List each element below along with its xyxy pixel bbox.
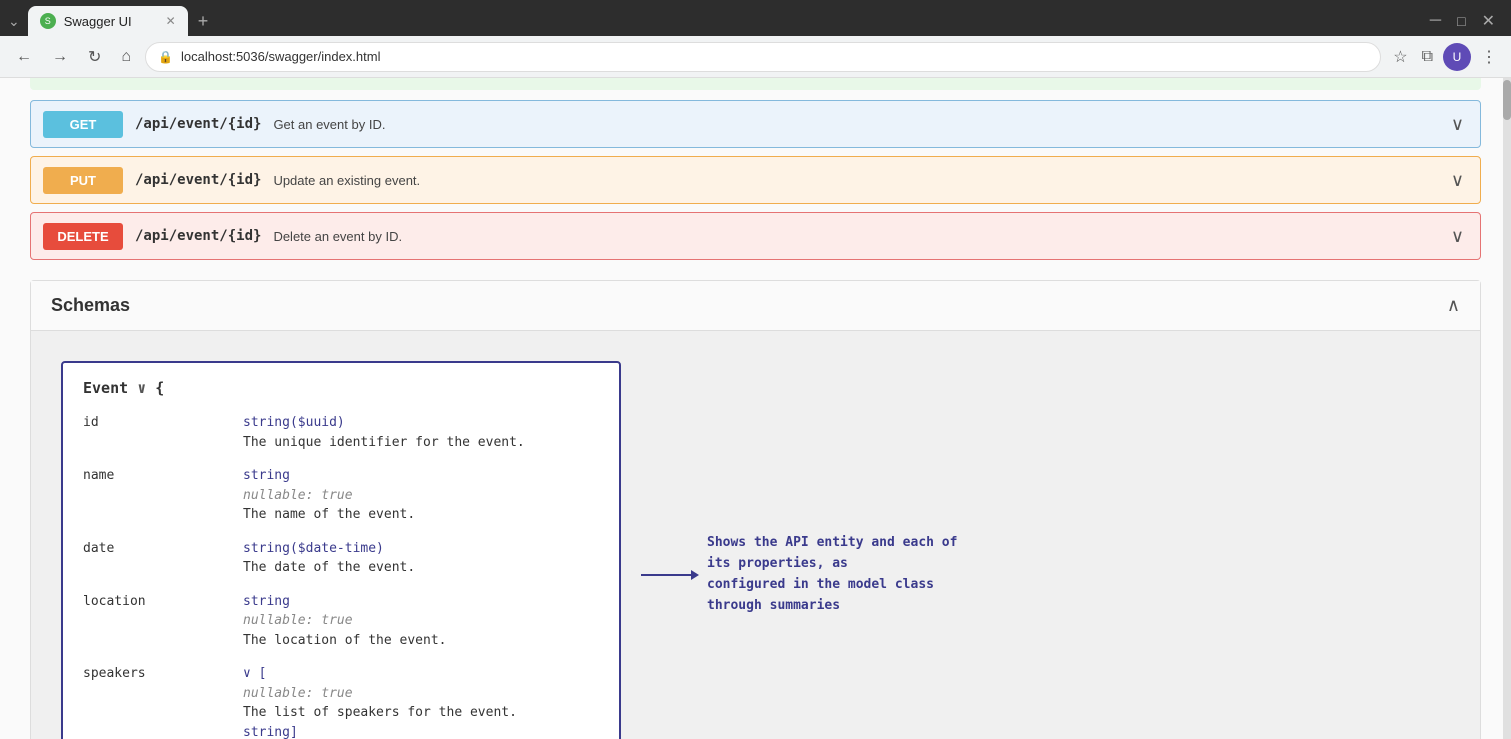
schema-expand-icon[interactable]: ∨ [137,379,155,397]
tab-bar: ⌄ S Swagger UI ✕ + ─ □ ✕ [0,0,1511,36]
field-name: date [83,539,243,578]
schema-card-title: Event ∨ { [83,379,599,397]
field-name: speakers [83,664,243,739]
annotation-area: Shows the API entity and each of its pro… [641,533,967,616]
endpoint-row-delete[interactable]: DELETE /api/event/{id} Delete an event b… [30,212,1481,260]
home-button[interactable]: ⌂ [115,44,137,70]
schema-field-row: location stringnullable: trueThe locatio… [83,592,599,651]
lock-icon: 🔒 [158,50,173,64]
endpoint-row-get[interactable]: GET /api/event/{id} Get an event by ID. … [30,100,1481,148]
endpoint-row-put[interactable]: PUT /api/event/{id} Update an existing e… [30,156,1481,204]
nav-bar: ← → ↻ ⌂ 🔒 localhost:5036/swagger/index.h… [0,36,1511,78]
field-name: name [83,466,243,525]
address-bar[interactable]: 🔒 localhost:5036/swagger/index.html [145,42,1381,72]
arrow-line [641,574,691,576]
endpoint-desc: Update an existing event. [273,173,420,188]
close-button[interactable]: ✕ [1482,11,1495,31]
schema-type: ∨ [nullable: trueThe list of speakers fo… [243,664,517,739]
schema-field-row: name stringnullable: trueThe name of the… [83,466,599,525]
back-button[interactable]: ← [10,44,38,70]
method-badge-get: GET [43,111,123,138]
endpoint-desc: Get an event by ID. [273,117,385,132]
scrollbar-thumb[interactable] [1503,80,1511,120]
arrow-tip [691,570,699,580]
annotation-arrow [641,570,699,580]
endpoints-container: GET /api/event/{id} Get an event by ID. … [30,100,1481,260]
endpoint-chevron: ∨ [1451,226,1464,247]
minimize-button[interactable]: ─ [1430,12,1441,30]
profile-button[interactable]: U [1443,43,1471,71]
method-badge-put: PUT [43,167,123,194]
menu-button[interactable]: ⋮ [1477,43,1501,71]
new-tab-button[interactable]: + [192,11,215,32]
endpoint-path: /api/event/{id} [135,228,261,244]
schema-type: string($uuid)The unique identifier for t… [243,413,525,452]
schema-type: string($date-time)The date of the event. [243,539,415,578]
schemas-section: Schemas ∧ Event ∨ { id string($uuid)The … [30,280,1481,739]
bookmark-button[interactable]: ☆ [1389,43,1411,71]
schemas-header[interactable]: Schemas ∧ [31,281,1480,331]
schema-type: stringnullable: trueThe name of the even… [243,466,415,525]
browser-chrome: ⌄ S Swagger UI ✕ + ─ □ ✕ ← → ↻ ⌂ 🔒 local… [0,0,1511,78]
schema-wrapper: Event ∨ { id string($uuid)The unique ide… [61,361,1450,739]
method-badge-delete: DELETE [43,223,123,250]
schema-field-row: date string($date-time)The date of the e… [83,539,599,578]
maximize-button[interactable]: □ [1457,13,1465,29]
endpoint-path: /api/event/{id} [135,116,261,132]
chevron-down-icon[interactable]: ⌄ [8,13,20,30]
browser-controls-left: ⌄ [8,13,24,30]
tab-close-button[interactable]: ✕ [166,14,176,28]
scrollbar[interactable] [1503,78,1511,739]
url-text: localhost:5036/swagger/index.html [181,49,1368,64]
endpoint-chevron: ∨ [1451,114,1464,135]
schemas-body: Event ∨ { id string($uuid)The unique ide… [31,331,1480,739]
schema-field-row: id string($uuid)The unique identifier fo… [83,413,599,452]
annotation-text: Shows the API entity and each of its pro… [707,533,967,616]
schema-fields: id string($uuid)The unique identifier fo… [83,413,599,739]
field-name: location [83,592,243,651]
field-name: id [83,413,243,452]
top-partial-section [30,78,1481,90]
event-schema-card: Event ∨ { id string($uuid)The unique ide… [61,361,621,739]
schema-type: stringnullable: trueThe location of the … [243,592,447,651]
forward-button[interactable]: → [46,44,74,70]
reload-button[interactable]: ↻ [82,43,107,71]
schema-field-row: speakers ∨ [nullable: trueThe list of sp… [83,664,599,739]
tab-title: Swagger UI [64,14,132,29]
schemas-collapse-icon: ∧ [1447,295,1460,316]
nav-right-icons: ☆ ⧉ U ⋮ [1389,43,1501,71]
tab-favicon: S [40,13,56,29]
swagger-content: GET /api/event/{id} Get an event by ID. … [0,78,1511,739]
endpoint-path: /api/event/{id} [135,172,261,188]
endpoint-chevron: ∨ [1451,170,1464,191]
extensions-button[interactable]: ⧉ [1418,44,1437,70]
endpoint-desc: Delete an event by ID. [273,229,402,244]
active-tab[interactable]: S Swagger UI ✕ [28,6,188,36]
schemas-title: Schemas [51,295,1447,316]
